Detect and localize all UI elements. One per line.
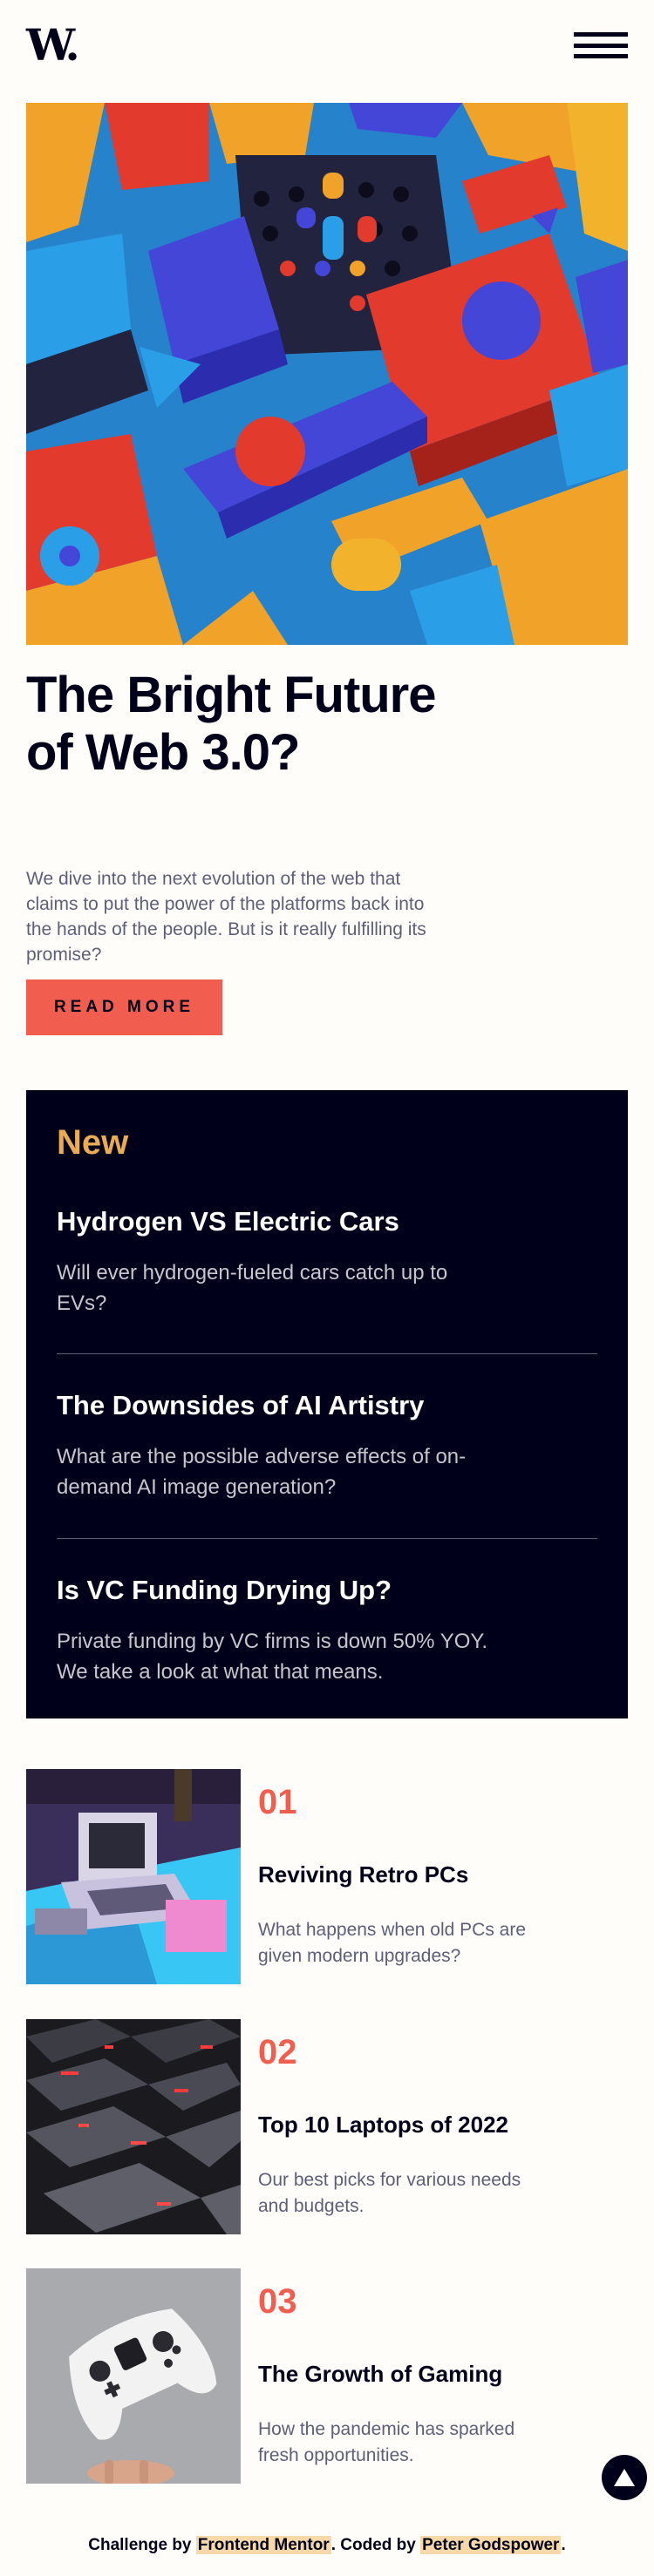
article-number: 03 <box>258 2282 297 2321</box>
new-item-title[interactable]: Is VC Funding Drying Up? <box>57 1574 597 1607</box>
new-item-description: What are the possible adverse effects of… <box>57 1445 467 1499</box>
site-logo[interactable]: W. <box>26 24 80 67</box>
triangle-up-icon <box>614 2469 635 2486</box>
new-item-description: Will ever hydrogen-fueled cars catch up … <box>57 1261 448 1315</box>
new-articles-panel: New Hydrogen VS Electric Cars Will ever … <box>26 1090 628 1718</box>
article-card: 03 The Growth of Gaming How the pandemic… <box>26 2268 628 2484</box>
read-more-button[interactable]: READ MORE <box>26 980 222 1035</box>
article-card: 02 Top 10 Laptops of 2022 Our best picks… <box>26 2019 628 2234</box>
game-controller-thumbnail[interactable] <box>26 2268 241 2484</box>
article-number: 01 <box>258 1783 297 1821</box>
divider <box>57 1353 597 1354</box>
article-title[interactable]: Reviving Retro PCs <box>258 1861 468 1888</box>
article-title[interactable]: The Growth of Gaming <box>258 2361 502 2388</box>
hero-description: We dive into the next evolution of the w… <box>26 869 426 965</box>
site-header: W. <box>26 19 628 71</box>
hero-title: The Bright Future of Web 3.0? <box>26 667 437 781</box>
author-link[interactable]: Peter Godspower <box>420 2536 562 2554</box>
new-item[interactable]: The Downsides of AI Artistry What are th… <box>57 1389 597 1502</box>
new-item-description: Private funding by VC firms is down 50% … <box>57 1630 488 1684</box>
new-item-title[interactable]: Hydrogen VS Electric Cars <box>57 1205 597 1238</box>
new-item[interactable]: Hydrogen VS Electric Cars Will ever hydr… <box>57 1205 597 1319</box>
frontend-mentor-link[interactable]: Frontend Mentor <box>195 2536 331 2554</box>
article-card: 01 Reviving Retro PCs What happens when … <box>26 1769 628 1984</box>
hero-image <box>26 103 628 645</box>
attribution-footer: Challenge by Frontend Mentor. Coded by P… <box>0 2536 654 2555</box>
footer-prefix: Challenge by <box>88 2536 192 2554</box>
new-heading: New <box>57 1123 129 1162</box>
retro-pc-thumbnail[interactable] <box>26 1769 241 1984</box>
hamburger-menu-icon[interactable] <box>574 32 628 58</box>
footer-suffix: . <box>561 2536 566 2554</box>
laptop-keyboard-thumbnail[interactable] <box>26 2019 241 2234</box>
article-description: How the pandemic has sparked fresh oppor… <box>258 2419 515 2465</box>
article-description: Our best picks for various needs and bud… <box>258 2170 521 2216</box>
divider <box>57 1538 597 1539</box>
article-title[interactable]: Top 10 Laptops of 2022 <box>258 2112 508 2139</box>
article-description: What happens when old PCs are given mode… <box>258 1920 527 1966</box>
article-number: 02 <box>258 2033 297 2071</box>
scroll-to-top-button[interactable] <box>602 2455 647 2500</box>
footer-middle: . Coded by <box>330 2536 416 2554</box>
new-item[interactable]: Is VC Funding Drying Up? Private funding… <box>57 1574 597 1687</box>
new-item-title[interactable]: The Downsides of AI Artistry <box>57 1389 597 1422</box>
